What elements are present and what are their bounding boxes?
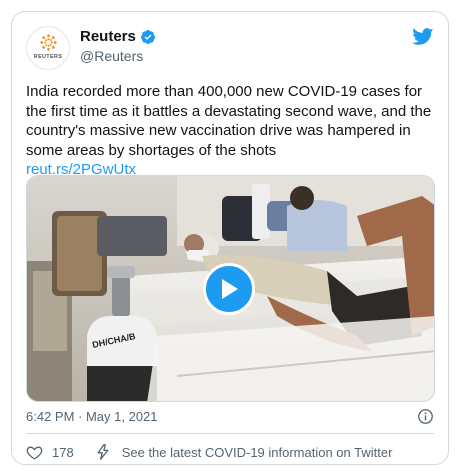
account-name[interactable]: Reuters — [80, 28, 136, 45]
twitter-bird-icon[interactable] — [412, 28, 434, 46]
divider — [26, 433, 434, 434]
verified-badge-icon — [140, 29, 155, 44]
reuters-wordmark: REUTERS — [33, 54, 63, 60]
play-icon — [222, 279, 238, 299]
tweet-meta: 6:42 PM · May 1, 2021 — [26, 409, 434, 427]
tweet-actions: 178 See the latest COVID-19 information … — [26, 441, 434, 463]
covid-info-link[interactable]: See the latest COVID-19 information on T… — [122, 445, 393, 460]
tweet-text: India recorded more than 400,000 new COV… — [26, 83, 432, 159]
video-player[interactable]: DH/CHA/B — [26, 175, 435, 402]
tweet-body: India recorded more than 400,000 new COV… — [26, 82, 436, 180]
reuters-avatar[interactable]: REUTERS — [26, 26, 70, 70]
reuters-logo-icon — [40, 34, 57, 51]
tweet-card[interactable]: REUTERS Reuters @Reuters India recorded … — [11, 11, 449, 465]
tweet-header: REUTERS Reuters @Reuters — [26, 26, 434, 70]
tweet-timestamp[interactable]: 6:42 PM · May 1, 2021 — [26, 409, 158, 424]
like-count[interactable]: 178 — [52, 445, 74, 460]
info-icon[interactable] — [417, 408, 434, 425]
account-handle[interactable]: @Reuters — [80, 48, 156, 64]
lightning-icon — [97, 444, 109, 460]
heart-icon[interactable] — [26, 444, 43, 461]
account-info: Reuters @Reuters — [80, 28, 156, 64]
play-button[interactable] — [203, 263, 255, 315]
